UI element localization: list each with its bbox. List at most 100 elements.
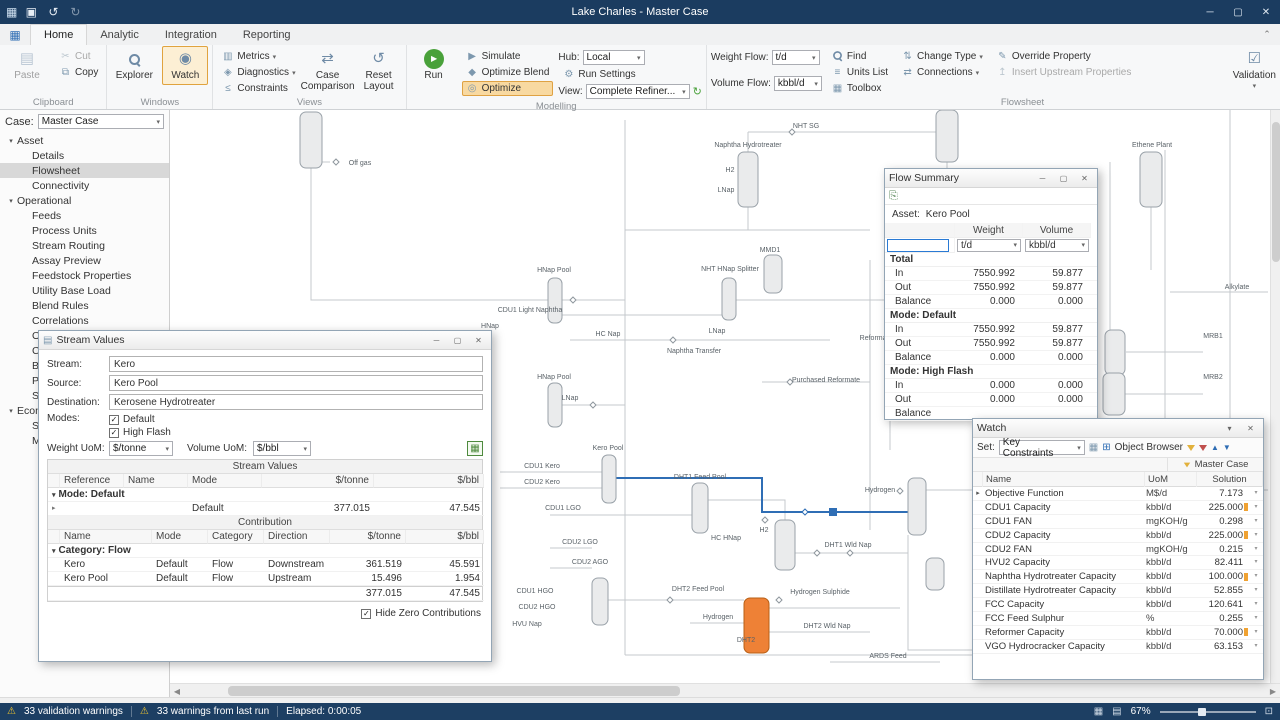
tab-home[interactable]: Home [30,24,87,45]
tab-reporting[interactable]: Reporting [230,24,304,45]
flow-summary-row[interactable]: Out7550.99259.877 [885,337,1097,351]
watch-row[interactable]: Naphtha Hydrotreater Capacitykbbl/d100.0… [973,570,1263,584]
cell-dropdown-icon[interactable]: ▾ [1249,515,1263,528]
watch-row[interactable]: CDU1 FANmgKOH/g0.298▾ [973,515,1263,529]
layout-icon[interactable]: ▦ [1094,706,1103,717]
app-menu-button[interactable]: ▦ [0,24,30,45]
case-comparison-button[interactable]: ⇄ Case Comparison [305,46,351,95]
flowsheet-vessel[interactable] [692,483,708,533]
units-list-button[interactable]: ≡Units List [827,65,892,80]
flowsheet-vessel[interactable] [738,152,758,207]
flow-summary-titlebar[interactable]: Flow Summary ─ ▢ ✕ [885,169,1097,188]
dock-icon[interactable]: ▾ [1221,421,1238,436]
volume-uom-select[interactable]: $/bbl▾ [253,441,311,456]
cell-dropdown-icon[interactable]: ▾ [1249,543,1263,556]
maximize-button[interactable]: ▢ [449,333,466,348]
cell-dropdown-icon[interactable]: ▾ [1249,598,1263,611]
table-row[interactable]: ▸ Default 377.015 47.545 [48,502,482,516]
save-icon[interactable]: ▣ [23,5,39,19]
hub-select[interactable]: Local▾ [583,50,645,65]
toolbox-button[interactable]: ▦Toolbox [827,81,892,96]
col-uom[interactable]: UoM [1145,472,1197,487]
copy-button[interactable]: ⧉Copy [55,65,102,80]
minimize-button[interactable]: ─ [428,333,445,348]
explorer-button[interactable]: Explorer [111,46,157,85]
close-button[interactable]: ✕ [1252,0,1280,24]
cell-dropdown-icon[interactable]: ▾ [1249,487,1263,500]
tree-expander-icon[interactable]: ▾ [5,197,17,205]
horizontal-scroll-thumb[interactable] [228,686,680,696]
flow-summary-row[interactable]: Out0.0000.000 [885,393,1097,407]
flowsheet-vessel[interactable] [548,383,562,427]
cell-dropdown-icon[interactable]: ▾ [1249,626,1263,639]
tree-item-asset[interactable]: ▾Asset [0,133,169,148]
tree-item-flowsheet[interactable]: Flowsheet [0,163,169,178]
scroll-left-icon[interactable]: ◀ [170,684,184,697]
col-tonne[interactable]: $/tonne [262,474,374,488]
watch-row[interactable]: FCC Capacitykbbl/d120.641▾ [973,598,1263,612]
checkbox-checked-icon[interactable]: ✓ [109,415,119,425]
flowsheet-vessel[interactable] [602,455,616,503]
tree-item-blend-rules[interactable]: Blend Rules [0,298,169,313]
watch-titlebar[interactable]: Watch ▾ ✕ [973,419,1263,438]
cell-dropdown-icon[interactable]: ▾ [1249,529,1263,542]
watch-row[interactable]: FCC Feed Sulphur%0.255▾ [973,612,1263,626]
col-name[interactable]: Name [60,530,152,544]
cell-dropdown-icon[interactable]: ▾ [1249,501,1263,514]
connections-button[interactable]: ⇄Connections▾ [897,65,987,80]
tree-item-assay-preview[interactable]: Assay Preview [0,253,169,268]
ribbon-collapse-icon[interactable]: ⌃ [1254,24,1280,45]
watch-row[interactable]: Distillate Hydrotreater Capacitykbbl/d52… [973,584,1263,598]
fit-view-icon[interactable]: ▤ [1112,706,1121,717]
col-category[interactable]: Category [208,530,264,544]
stream-input[interactable]: Kero [109,356,483,372]
view-select[interactable]: Complete Refiner...▾ [586,84,690,99]
cut-button[interactable]: ✂Cut [55,49,102,64]
cell-dropdown-icon[interactable]: ▾ [1249,556,1263,569]
flow-summary-row[interactable]: Balance0.0000.000 [885,351,1097,365]
flowsheet-vessel[interactable] [775,520,795,570]
cell-dropdown-icon[interactable]: ▾ [1249,612,1263,625]
optimize-button[interactable]: ◎Optimize [462,81,554,96]
flow-summary-row[interactable]: In7550.99259.877 [885,267,1097,281]
flow-summary-row[interactable]: Balance0.0000.000 [885,295,1097,309]
watch-set-select[interactable]: Key Constraints▾ [999,440,1085,455]
change-type-button[interactable]: ⇅Change Type▾ [897,49,987,64]
stream-node[interactable] [829,508,837,516]
source-input[interactable]: Kero Pool [109,375,483,391]
col-solution[interactable]: Solution [1197,472,1263,487]
object-browser-label[interactable]: Object Browser [1115,442,1183,453]
tree-item-correlations[interactable]: Correlations [0,313,169,328]
tree-item-utility-base-load[interactable]: Utility Base Load [0,283,169,298]
tab-integration[interactable]: Integration [152,24,230,45]
maximize-button[interactable]: ▢ [1055,171,1072,186]
tree-item-connectivity[interactable]: Connectivity [0,178,169,193]
redo-icon[interactable]: ↻ [67,5,83,19]
col-name[interactable]: Name [124,474,188,488]
watch-row[interactable]: CDU1 Capacitykbbl/d225.000▾ [973,501,1263,515]
stream-values-titlebar[interactable]: ▤ Stream Values ─ ▢ ✕ [39,331,491,350]
col-bbl[interactable]: $/bbl [374,474,484,488]
export-grid-icon[interactable]: ▦ [467,441,483,456]
tree-item-feedstock-properties[interactable]: Feedstock Properties [0,268,169,283]
canvas-vertical-scrollbar[interactable] [1270,110,1280,683]
grid-icon[interactable]: ▦ [1089,442,1098,453]
tree-expander-icon[interactable]: ▾ [5,137,17,145]
group-row-category-flow[interactable]: ▾Category: Flow [48,544,482,558]
flowsheet-vessel-highlighted[interactable] [744,598,769,653]
tree-item-stream-routing[interactable]: Stream Routing [0,238,169,253]
group-expander-icon[interactable]: ▾ [52,548,56,555]
mode-high-flash-option[interactable]: ✓High Flash [109,426,171,439]
validation-button[interactable]: ☑ Validation ▾ [1231,46,1277,95]
vertical-scroll-thumb[interactable] [1272,122,1280,262]
contribution-row[interactable]: Kero PoolDefaultFlowUpstream15.4961.954 [48,572,482,586]
flowsheet-vessel[interactable] [300,112,322,168]
flow-summary-filter-input[interactable] [887,239,949,252]
row-expander-icon[interactable]: ▸ [48,502,60,516]
case-select[interactable]: Master Case▾ [38,114,164,129]
run-button[interactable]: ▶ Run [411,46,457,85]
tab-analytic[interactable]: Analytic [87,24,152,45]
watch-row[interactable]: CDU2 Capacitykbbl/d225.000▾ [973,529,1263,543]
move-down-icon[interactable]: ▼ [1223,443,1231,452]
run-settings-button[interactable]: ⚙Run Settings [558,67,702,82]
